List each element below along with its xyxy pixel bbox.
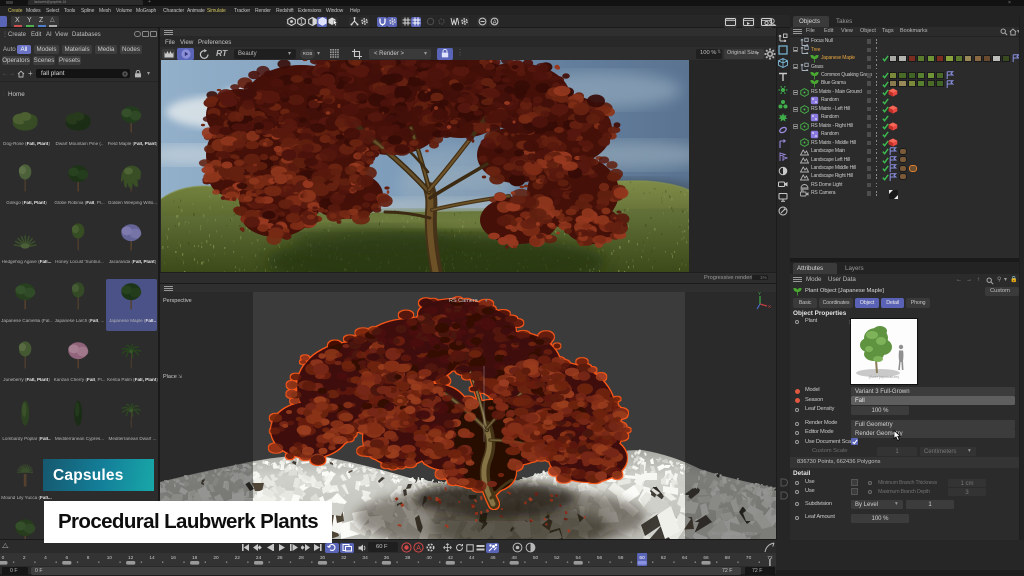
svg-text:60: 60 [639, 555, 645, 561]
svg-text:30: 30 [320, 555, 326, 561]
svg-text:18: 18 [192, 555, 198, 561]
svg-text:RS Camera: RS Camera [449, 298, 479, 304]
svg-text:26: 26 [277, 555, 283, 561]
svg-text:64: 64 [682, 555, 688, 561]
svg-text:62: 62 [661, 555, 667, 561]
svg-text:58: 58 [618, 555, 624, 561]
svg-text:36: 36 [384, 555, 390, 561]
svg-text:16: 16 [171, 555, 177, 561]
svg-text:70: 70 [746, 555, 752, 561]
svg-text:52: 52 [554, 555, 560, 561]
svg-text:24: 24 [256, 555, 262, 561]
svg-text:42: 42 [448, 555, 454, 561]
svg-text:56: 56 [597, 555, 603, 561]
svg-text:(RS) Shading : 500ms: (RS) Shading : 500ms [710, 531, 758, 537]
svg-text:28: 28 [299, 555, 305, 561]
svg-text:⇲: ⇲ [178, 374, 182, 380]
svg-text:6: 6 [65, 555, 68, 561]
svg-text:38: 38 [405, 555, 411, 561]
svg-text:54: 54 [576, 555, 582, 561]
svg-text:44: 44 [469, 555, 475, 561]
svg-text:46: 46 [490, 555, 496, 561]
svg-text:2: 2 [23, 555, 26, 561]
svg-text:32: 32 [341, 555, 347, 561]
svg-text:12: 12 [128, 555, 134, 561]
svg-text:0: 0 [2, 555, 5, 561]
svg-text:Perspective: Perspective [163, 298, 192, 304]
svg-text:8: 8 [87, 555, 90, 561]
svg-text:X: X [768, 304, 771, 309]
svg-text:Y: Y [758, 292, 761, 296]
svg-text:50: 50 [533, 555, 539, 561]
svg-text:14: 14 [149, 555, 155, 561]
svg-text:(Acer japonatum): (Acer japonatum) [869, 374, 900, 379]
svg-text:10: 10 [107, 555, 113, 561]
svg-text:20: 20 [213, 555, 219, 561]
svg-text:68: 68 [725, 555, 731, 561]
svg-text:4: 4 [44, 555, 47, 561]
svg-text:Place: Place [163, 374, 177, 380]
svg-text:22: 22 [235, 555, 241, 561]
svg-text:48: 48 [512, 555, 518, 561]
svg-text:40: 40 [426, 555, 432, 561]
svg-text:A: A [416, 545, 421, 552]
svg-text:34: 34 [362, 555, 368, 561]
svg-text:A: A [492, 20, 496, 26]
svg-text:66: 66 [703, 555, 709, 561]
